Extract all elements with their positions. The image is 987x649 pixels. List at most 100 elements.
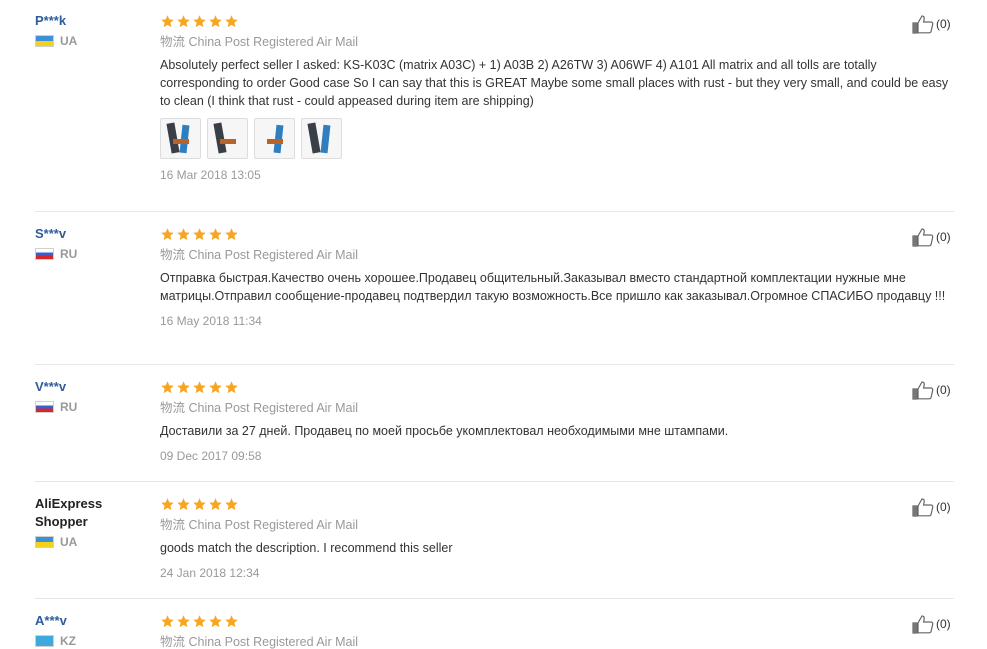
shipping-method: 物流 China Post Registered Air Mail — [160, 248, 358, 262]
thumbs-up-icon — [912, 228, 934, 247]
review-content: 物流 China Post Registered Air Mail goods … — [160, 495, 950, 581]
review-date: 24 Jan 2018 12:34 — [160, 566, 260, 580]
reviewer-info: S***v RU — [35, 225, 155, 261]
thumbs-up-icon — [912, 498, 934, 517]
star-icon — [160, 227, 175, 242]
shipping-method: 物流 China Post Registered Air Mail — [160, 518, 358, 532]
star-icon — [208, 614, 223, 629]
divider — [35, 598, 954, 599]
star-icon — [208, 380, 223, 395]
divider — [35, 481, 954, 482]
review-content: 物流 China Post Registered Air Mail Отправ… — [160, 225, 950, 329]
reviewer-info: P***k UA — [35, 12, 155, 48]
star-icon — [160, 14, 175, 29]
country-code: KZ — [60, 634, 76, 648]
star-icon — [224, 227, 239, 242]
star-icon — [176, 614, 191, 629]
reviewer-info: AliExpress Shopper UA — [35, 495, 155, 549]
helpful-button[interactable]: (0) — [912, 227, 951, 247]
review-date: 16 May 2018 11:34 — [160, 314, 262, 328]
star-icon — [208, 227, 223, 242]
country-code: UA — [60, 34, 78, 48]
review-text: Отправка быстрая.Качество очень хорошее.… — [160, 271, 946, 303]
helpful-button[interactable]: (0) — [912, 614, 951, 634]
shipping-method: 物流 China Post Registered Air Mail — [160, 35, 358, 49]
reviewer-name: P***k — [35, 13, 67, 28]
star-icon — [192, 497, 207, 512]
review-item: A***v KZ 物流 China Post Registered Air Ma… — [0, 612, 987, 649]
star-icon — [224, 14, 239, 29]
review-text: goods match the description. I recommend… — [160, 541, 453, 555]
country-code: UA — [60, 535, 78, 549]
star-icon — [160, 614, 175, 629]
review-text: Absolutely perfect seller I asked: KS-K0… — [160, 58, 949, 108]
helpful-button[interactable]: (0) — [912, 14, 951, 34]
reviewer-info: V***v RU — [35, 378, 155, 414]
review-item: P***k UA 物流 China Post Registered Air Ma… — [0, 12, 987, 212]
star-icon — [160, 380, 175, 395]
country-code: RU — [60, 400, 78, 414]
review-content: 物流 China Post Registered Air Mail Достав… — [160, 378, 950, 464]
helpful-count: (0) — [936, 230, 951, 244]
star-icon — [208, 14, 223, 29]
star-icon — [176, 380, 191, 395]
helpful-count: (0) — [936, 617, 951, 631]
review-item: V***v RU 物流 China Post Registered Air Ma… — [0, 378, 987, 482]
reviewer-country: UA — [35, 34, 155, 48]
star-icon — [176, 497, 191, 512]
star-icon — [192, 14, 207, 29]
reviews-list: P***k UA 物流 China Post Registered Air Ma… — [0, 0, 987, 649]
star-rating — [160, 612, 950, 630]
star-icon — [224, 380, 239, 395]
star-rating — [160, 495, 950, 513]
star-rating — [160, 378, 950, 396]
star-rating — [160, 225, 950, 243]
review-item: AliExpress Shopper UA 物流 China Post Regi… — [0, 495, 987, 599]
reviewer-info: A***v KZ — [35, 612, 155, 648]
reviewer-name: S***v — [35, 226, 67, 241]
shipping-method: 物流 China Post Registered Air Mail — [160, 635, 358, 649]
divider — [35, 364, 954, 365]
star-icon — [176, 227, 191, 242]
review-image-thumb[interactable] — [160, 118, 201, 159]
review-image-thumb[interactable] — [254, 118, 295, 159]
helpful-count: (0) — [936, 500, 951, 514]
flag-ru-icon — [35, 401, 54, 413]
star-icon — [176, 14, 191, 29]
reviewer-country: RU — [35, 400, 155, 414]
star-icon — [224, 497, 239, 512]
star-rating — [160, 12, 950, 30]
thumbs-up-icon — [912, 15, 934, 34]
flag-kz-icon — [35, 635, 54, 647]
review-images — [160, 118, 950, 159]
star-icon — [192, 227, 207, 242]
review-date: 09 Dec 2017 09:58 — [160, 449, 262, 463]
helpful-count: (0) — [936, 383, 951, 397]
review-image-thumb[interactable] — [207, 118, 248, 159]
review-date: 16 Mar 2018 13:05 — [160, 168, 261, 182]
divider — [35, 211, 954, 212]
country-code: RU — [60, 247, 78, 261]
review-content: 物流 China Post Registered Air Mail Absolu… — [160, 12, 950, 183]
thumbs-up-icon — [912, 615, 934, 634]
review-text: Доставили за 27 дней. Продавец по моей п… — [160, 424, 729, 438]
reviewer-name: V***v — [35, 379, 67, 394]
reviewer-name: A***v — [35, 613, 67, 628]
reviewer-country: UA — [35, 535, 155, 549]
flag-ua-icon — [35, 536, 54, 548]
star-icon — [208, 497, 223, 512]
review-image-thumb[interactable] — [301, 118, 342, 159]
flag-ua-icon — [35, 35, 54, 47]
helpful-button[interactable]: (0) — [912, 380, 951, 400]
shipping-method: 物流 China Post Registered Air Mail — [160, 401, 358, 415]
helpful-button[interactable]: (0) — [912, 497, 951, 517]
reviewer-country: RU — [35, 247, 155, 261]
helpful-count: (0) — [936, 17, 951, 31]
reviewer-name: AliExpress Shopper — [35, 496, 103, 529]
star-icon — [192, 614, 207, 629]
flag-ru-icon — [35, 248, 54, 260]
star-icon — [224, 614, 239, 629]
star-icon — [192, 380, 207, 395]
reviewer-country: KZ — [35, 634, 155, 648]
star-icon — [160, 497, 175, 512]
